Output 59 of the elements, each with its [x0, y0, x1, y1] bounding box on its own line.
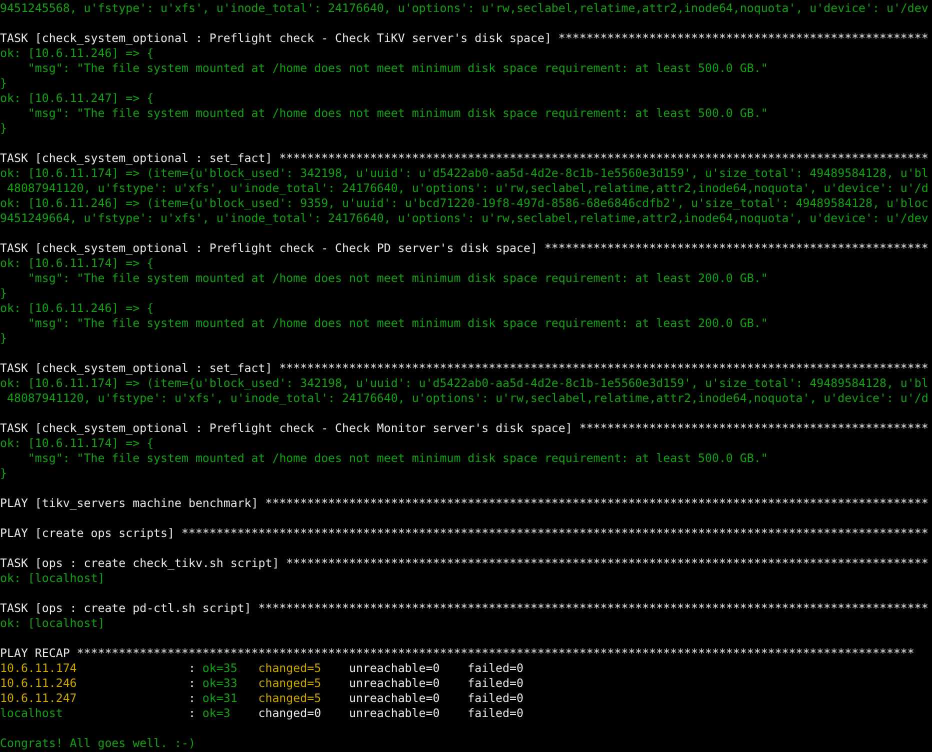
- log-line: ok: [10.6.11.174] => (item={u'block_used': 342198, u'uuid': u'd5422ab0-aa5d-4d2e-8c1b-1e5560e3d159', u'size_total': 49489584128, u'bl: [0, 166, 928, 181]
- log-heading: TASK [check_system_optional : Preflight check - Check PD server's disk space] *******************************************************: [0, 241, 928, 256]
- log-line: ok: [localhost]: [0, 571, 105, 586]
- recap-host: 10.6.11.246: [0, 676, 77, 690]
- log-line: 9451249664, u'fstype': u'xfs', u'inode_total': 24176640, u'options': u'rw,seclabel,relatime,attr2,inode64,noquota', u'device': u'/dev: [0, 211, 928, 226]
- recap-unreachable-count: unreachable=0: [348, 661, 440, 675]
- log-line: ok: [10.6.11.174] => (item={u'block_used': 342198, u'uuid': u'd5422ab0-aa5d-4d2e-8c1b-1e5560e3d159', u'size_total': 49489584128, u'bl: [0, 376, 928, 391]
- recap-host: localhost: [0, 706, 63, 720]
- recap-ok-count: ok=35: [202, 661, 238, 675]
- log-line: ok: [10.6.11.174] => {: [0, 436, 154, 451]
- log-heading: TASK [check_system_optional : Preflight check - Check Monitor server's disk space] **************************************************: [0, 421, 928, 436]
- log-heading: TASK [check_system_optional : set_fact] *********************************************************************************************: [0, 151, 928, 166]
- recap-separator: :: [188, 676, 196, 690]
- recap-ok-count: ok=33: [202, 676, 238, 690]
- log-heading: TASK [ops : create pd-ctl.sh script] ************************************************************************************************: [0, 601, 928, 616]
- log-line: "msg": "The file system mounted at /home does not meet minimum disk space requirement: at least 500.0 GB.": [26, 451, 768, 466]
- recap-ok-count: ok=3: [202, 706, 230, 720]
- recap-unreachable-count: unreachable=0: [348, 676, 440, 690]
- log-line: ok: [10.6.11.246] => {: [0, 301, 154, 316]
- recap-ok-count: ok=31: [202, 691, 238, 705]
- log-line: }: [0, 121, 7, 136]
- recap-host: 10.6.11.247: [0, 691, 77, 705]
- recap-failed-count: failed=0: [468, 691, 524, 706]
- log-line: ok: [10.6.11.247] => {: [0, 91, 154, 106]
- log-line: ok: [10.6.11.246] => (item={u'block_used': 9359, u'uuid': u'bcd71220-19f8-497d-8586-68e6846cdfb2', u'size_total': 49489584128, u'bloc: [0, 196, 928, 211]
- log-line: ok: [10.6.11.246] => {: [0, 46, 154, 61]
- recap-changed-count: changed=0: [258, 706, 322, 720]
- log-line: ok: [10.6.11.174] => {: [0, 256, 154, 271]
- log-line: 9451245568, u'fstype': u'xfs', u'inode_total': 24176640, u'options': u'rw,seclabel,relatime,attr2,inode64,noquota', u'device': u'/dev: [0, 1, 928, 16]
- recap-separator: :: [188, 706, 196, 720]
- log-line: "msg": "The file system mounted at /home does not meet minimum disk space requirement: at least 200.0 GB.": [26, 316, 768, 331]
- recap-failed-count: failed=0: [468, 676, 524, 691]
- log-line: }: [0, 286, 7, 301]
- recap-changed-count: changed=5: [258, 661, 322, 675]
- log-line: }: [0, 466, 7, 481]
- log-heading: TASK [ops : create check_tikv.sh script] ********************************************************************************************: [0, 556, 928, 571]
- log-line: "msg": "The file system mounted at /home does not meet minimum disk space requirement: at least 500.0 GB.": [26, 61, 768, 76]
- log-line: "msg": "The file system mounted at /home does not meet minimum disk space requirement: at least 200.0 GB.": [26, 271, 768, 286]
- recap-changed-count: changed=5: [258, 691, 322, 705]
- log-heading: TASK [check_system_optional : Preflight check - Check TiKV server's disk space] *****************************************************: [0, 31, 928, 46]
- log-heading: PLAY [tikv_servers machine benchmark] ***********************************************************************************************: [0, 496, 928, 511]
- recap-separator: :: [188, 691, 196, 705]
- recap-separator: :: [188, 661, 196, 675]
- log-line: "msg": "The file system mounted at /home does not meet minimum disk space requirement: at least 500.0 GB.": [26, 106, 768, 121]
- recap-failed-count: failed=0: [468, 706, 524, 721]
- log-line: }: [0, 331, 7, 346]
- log-line: 48087941120, u'fstype': u'xfs', u'inode_total': 24176640, u'options': u'rw,seclabel,relatime,attr2,inode64,noquota', u'device': u'/d: [6, 391, 928, 406]
- recap-changed-count: changed=5: [258, 676, 322, 690]
- recap-failed-count: failed=0: [468, 661, 524, 676]
- recap-unreachable-count: unreachable=0: [348, 706, 440, 720]
- log-heading: TASK [check_system_optional : set_fact] *********************************************************************************************: [0, 361, 928, 376]
- log-line: Congrats! All goes well. :-): [0, 736, 196, 751]
- recap-unreachable-count: unreachable=0: [348, 691, 440, 705]
- log-line: }: [0, 76, 7, 91]
- log-heading: PLAY [create ops scripts] ***********************************************************************************************************: [0, 526, 928, 541]
- log-heading: PLAY RECAP ************************************************************************************************************************: [0, 646, 914, 661]
- log-line: 48087941120, u'fstype': u'xfs', u'inode_total': 24176640, u'options': u'rw,seclabel,relatime,attr2,inode64,noquota', u'device': u'/d: [6, 181, 928, 196]
- recap-host: 10.6.11.174: [0, 661, 77, 675]
- log-line: ok: [localhost]: [0, 616, 105, 631]
